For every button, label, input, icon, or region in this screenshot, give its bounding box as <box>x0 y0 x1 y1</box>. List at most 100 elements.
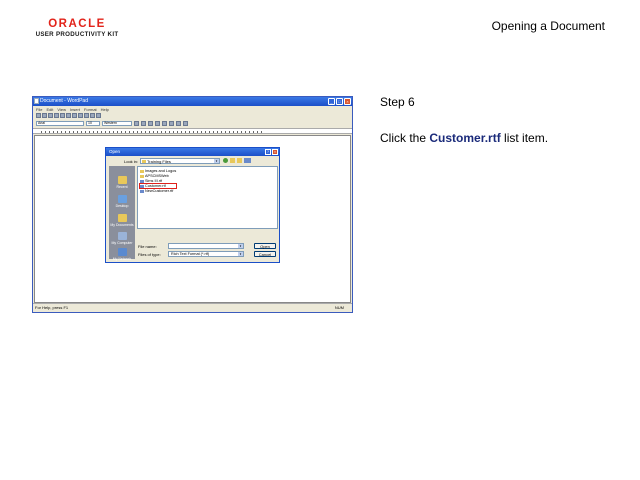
place-my-computer[interactable]: My Computer <box>109 232 135 245</box>
align-right-icon[interactable] <box>176 121 181 126</box>
place-recent[interactable]: Recent <box>109 176 135 189</box>
document-icon <box>140 179 144 183</box>
chevron-down-icon[interactable]: ▾ <box>238 252 243 256</box>
instruction-prefix: Click the <box>380 131 430 145</box>
script-combo[interactable]: Western <box>102 121 132 126</box>
dialog-close-button[interactable]: × <box>272 149 278 155</box>
format-toolbar: Arial 10 Western <box>33 120 352 127</box>
step-label: Step 6 <box>380 95 415 109</box>
new-icon[interactable] <box>36 113 41 118</box>
print-icon[interactable] <box>54 113 59 118</box>
bullets-icon[interactable] <box>183 121 188 126</box>
list-item[interactable]: Images and Logos <box>140 169 176 173</box>
look-in-value: Training Files <box>147 159 171 164</box>
customer-rtf-item[interactable]: Customer.rtf <box>139 183 177 189</box>
window-titlebar: Document - WordPad _ □ × <box>33 97 352 106</box>
menu-file[interactable]: File <box>36 107 42 112</box>
my-documents-icon <box>117 214 127 222</box>
ruler <box>33 128 352 134</box>
open-dialog: Open ? × Look in: Training Files ▾ Recen… <box>105 147 280 263</box>
paste-icon[interactable] <box>84 113 89 118</box>
logo-brand: ORACLE <box>48 18 106 30</box>
step-instruction: Click the Customer.rtf list item. <box>380 131 548 145</box>
folder-icon <box>140 174 144 178</box>
logo-subtitle: USER PRODUCTIVITY KIT <box>35 31 119 38</box>
copy-icon[interactable] <box>78 113 83 118</box>
menu-format[interactable]: Format <box>84 107 97 112</box>
place-label: Recent <box>116 185 128 189</box>
status-text: For Help, press F1 <box>35 305 69 310</box>
dialog-title: Open <box>109 149 121 154</box>
back-icon[interactable] <box>223 158 228 163</box>
wordpad-icon <box>34 98 39 104</box>
page-title: Opening a Document <box>491 19 605 33</box>
date-icon[interactable] <box>96 113 101 118</box>
up-folder-icon[interactable] <box>230 158 235 163</box>
file-list: Images and Logos APSCMSWeb Sims III.rtf … <box>137 166 278 229</box>
italic-icon[interactable] <box>141 121 146 126</box>
cancel-button[interactable]: Cancel <box>254 251 276 257</box>
file-label: APSCMSWeb <box>145 174 169 178</box>
font-combo[interactable]: Arial <box>36 121 84 126</box>
maximize-button[interactable]: □ <box>336 98 343 105</box>
open-icon[interactable] <box>42 113 47 118</box>
file-label: Customer.rtf <box>145 184 166 188</box>
status-bar: For Help, press F1 NUM <box>33 303 352 312</box>
align-left-icon[interactable] <box>162 121 167 126</box>
list-item[interactable]: NewCustomer.rtf <box>140 189 173 193</box>
place-my-documents[interactable]: My Documents <box>109 214 135 227</box>
folder-icon <box>140 169 144 173</box>
look-in-combo[interactable]: Training Files ▾ <box>140 158 220 164</box>
chevron-down-icon[interactable]: ▾ <box>238 244 243 248</box>
document-icon <box>140 189 144 193</box>
wordpad-screenshot: Document - WordPad _ □ × File Edit View … <box>32 96 353 313</box>
underline-icon[interactable] <box>148 121 153 126</box>
file-label: NewCustomer.rtf <box>145 189 174 193</box>
close-button[interactable]: × <box>344 98 351 105</box>
font-size-combo[interactable]: 10 <box>86 121 100 126</box>
desktop-icon <box>117 195 127 203</box>
list-item[interactable]: APSCMSWeb <box>140 174 169 178</box>
recent-icon <box>117 176 127 184</box>
menu-edit[interactable]: Edit <box>46 107 53 112</box>
dialog-titlebar: Open ? × <box>106 148 279 156</box>
place-label: My Documents <box>110 223 134 227</box>
place-desktop[interactable]: Desktop <box>109 195 135 208</box>
ruler-ticks <box>41 131 262 133</box>
place-label: My Network <box>112 257 132 261</box>
list-item[interactable]: Sims III.rtf <box>140 179 162 183</box>
my-network-icon <box>117 248 127 256</box>
file-name-input[interactable]: ▾ <box>168 243 244 249</box>
menu-view[interactable]: View <box>57 107 66 112</box>
open-button[interactable]: Open <box>254 243 276 249</box>
place-label: My Computer <box>111 241 133 245</box>
place-my-network[interactable]: My Network <box>109 248 135 261</box>
align-center-icon[interactable] <box>169 121 174 126</box>
save-icon[interactable] <box>48 113 53 118</box>
look-in-label: Look in: <box>124 159 139 164</box>
preview-icon[interactable] <box>60 113 65 118</box>
dialog-help-button[interactable]: ? <box>265 149 271 155</box>
cut-icon[interactable] <box>72 113 77 118</box>
undo-icon[interactable] <box>90 113 95 118</box>
minimize-button[interactable]: _ <box>328 98 335 105</box>
folder-icon <box>142 160 146 163</box>
my-computer-icon <box>117 232 127 240</box>
file-label: Sims III.rtf <box>145 179 163 183</box>
chevron-down-icon[interactable]: ▾ <box>214 159 219 163</box>
find-icon[interactable] <box>66 113 71 118</box>
instruction-target: Customer.rtf <box>429 131 501 145</box>
new-folder-icon[interactable] <box>237 158 242 163</box>
document-icon <box>140 184 144 188</box>
oracle-logo: ORACLE USER PRODUCTIVITY KIT <box>32 18 122 38</box>
file-type-label: Files of type: <box>138 252 161 257</box>
file-type-select[interactable]: Rich Text Format (*.rtf) ▾ <box>168 251 244 257</box>
menu-help[interactable]: Help <box>101 107 109 112</box>
bold-icon[interactable] <box>134 121 139 126</box>
menu-insert[interactable]: Insert <box>70 107 80 112</box>
file-label: Images and Logos <box>145 169 177 173</box>
view-menu-icon[interactable] <box>244 158 251 163</box>
color-icon[interactable] <box>155 121 160 126</box>
places-bar: Recent Desktop My Documents My Computer … <box>109 166 135 261</box>
file-name-label: File name: <box>138 244 157 249</box>
